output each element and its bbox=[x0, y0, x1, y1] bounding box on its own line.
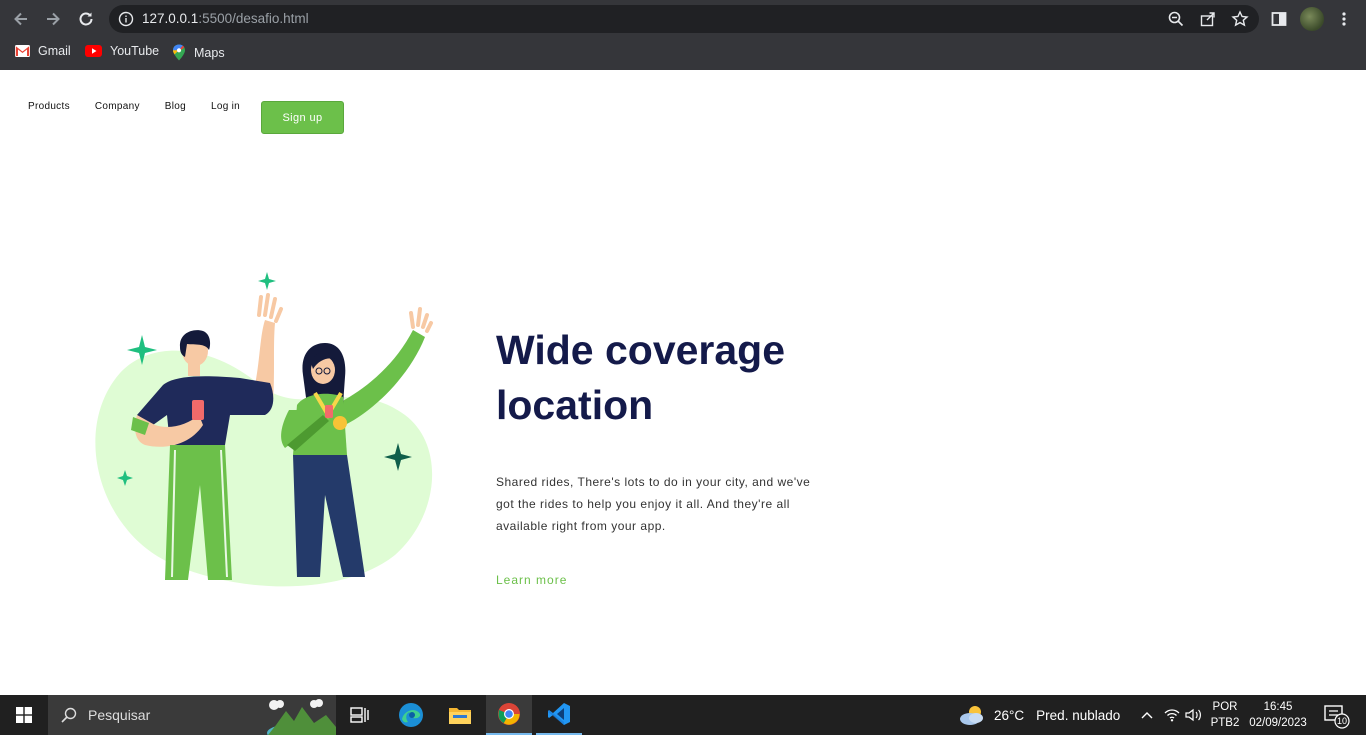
browser-chrome: 127.0.0.1:5500/desafio.html Gmail YouTub… bbox=[0, 0, 1366, 70]
bookmarks-bar: Gmail YouTube Maps bbox=[0, 38, 1366, 70]
arrow-right-icon bbox=[47, 12, 60, 26]
clock-time: 16:45 bbox=[1263, 701, 1293, 713]
bookmark-youtube[interactable]: YouTube bbox=[85, 44, 159, 58]
notification-count: 10 bbox=[1336, 716, 1347, 726]
side-panel-icon bbox=[1271, 12, 1287, 26]
taskbar-file-explorer[interactable] bbox=[437, 695, 483, 735]
search-icon bbox=[61, 707, 77, 723]
share-icon[interactable] bbox=[1199, 10, 1217, 28]
url-path: :5500/desafio.html bbox=[198, 11, 309, 26]
speaker-icon bbox=[1185, 708, 1201, 722]
maps-icon bbox=[173, 44, 185, 61]
vscode-icon bbox=[548, 703, 570, 725]
url-host: 127.0.0.1 bbox=[142, 11, 199, 26]
chevron-up-icon bbox=[1141, 712, 1153, 719]
taskbar-edge[interactable] bbox=[388, 695, 434, 735]
zoom-icon[interactable] bbox=[1167, 10, 1185, 28]
weather-text: Pred. nublado bbox=[1036, 707, 1121, 723]
youtube-icon bbox=[85, 45, 102, 57]
address-bar[interactable]: 127.0.0.1:5500/desafio.html bbox=[109, 5, 1259, 33]
chrome-icon bbox=[498, 703, 520, 725]
search-placeholder: Pesquisar bbox=[88, 707, 151, 723]
windows-logo-icon bbox=[16, 707, 32, 723]
taskbar-clock[interactable]: 16:45 02/09/2023 bbox=[1246, 699, 1310, 731]
people-waving-illustration bbox=[95, 272, 433, 587]
folder-icon bbox=[449, 708, 471, 724]
task-view-icon bbox=[350, 707, 369, 723]
nav-link-login[interactable]: Log in bbox=[211, 101, 240, 112]
nav-link-blog[interactable]: Blog bbox=[165, 101, 186, 112]
learn-more-link[interactable]: Learn more bbox=[496, 573, 567, 587]
bookmark-label: Maps bbox=[194, 45, 225, 60]
star-icon[interactable] bbox=[1231, 10, 1249, 28]
url-text[interactable]: 127.0.0.1:5500/desafio.html bbox=[142, 11, 309, 26]
signup-button[interactable]: Sign up bbox=[261, 101, 344, 134]
browser-toolbar: 127.0.0.1:5500/desafio.html bbox=[0, 0, 1366, 38]
weather-widget[interactable]: 26°C Pred. nublado bbox=[958, 695, 1120, 735]
weather-temp: 26°C bbox=[994, 707, 1025, 723]
edge-icon bbox=[399, 703, 423, 727]
hero-description: Shared rides, There's lots to do in your… bbox=[496, 475, 811, 533]
kebab-menu-icon bbox=[1342, 12, 1346, 26]
nav-link-products[interactable]: Products bbox=[28, 101, 70, 112]
reload-button[interactable] bbox=[75, 8, 97, 30]
network-button[interactable] bbox=[1162, 695, 1182, 735]
reload-icon bbox=[79, 12, 93, 26]
main-nav: Products Company Blog Log in bbox=[28, 101, 265, 112]
clock-date: 02/09/2023 bbox=[1249, 717, 1307, 729]
bookmark-gmail[interactable]: Gmail bbox=[15, 44, 71, 58]
search-highlight-image bbox=[256, 695, 336, 735]
notification-center-button[interactable]: 10 bbox=[1322, 703, 1352, 729]
profile-avatar[interactable] bbox=[1300, 7, 1324, 31]
language-indicator[interactable]: POR PTB2 bbox=[1210, 699, 1240, 731]
taskbar-chrome[interactable] bbox=[486, 695, 532, 735]
taskbar-vscode[interactable] bbox=[536, 695, 582, 735]
info-icon[interactable] bbox=[118, 11, 134, 27]
wifi-icon bbox=[1164, 709, 1180, 722]
hero-illustration bbox=[75, 265, 445, 595]
volume-button[interactable] bbox=[1184, 695, 1204, 735]
windows-taskbar: Pesquisar 26°C Pred. nublado POR PTB2 16… bbox=[0, 695, 1366, 735]
back-button[interactable] bbox=[10, 8, 32, 30]
bookmark-label: YouTube bbox=[110, 44, 160, 58]
keyboard-layout: PTB2 bbox=[1210, 717, 1240, 729]
hero-title-line2: location bbox=[496, 382, 654, 428]
web-page: Products Company Blog Log in Sign up Wid… bbox=[0, 70, 1366, 695]
task-view-button[interactable] bbox=[337, 695, 383, 735]
show-hidden-icons-button[interactable] bbox=[1138, 695, 1156, 735]
menu-button[interactable] bbox=[1333, 8, 1355, 30]
bookmark-label: Gmail bbox=[38, 44, 71, 58]
hero-title: Wide coverage location bbox=[496, 323, 916, 433]
gmail-icon bbox=[15, 45, 30, 57]
partly-cloudy-icon bbox=[960, 706, 983, 725]
taskbar-search[interactable]: Pesquisar bbox=[48, 695, 336, 735]
language-code: POR bbox=[1212, 701, 1238, 713]
forward-button[interactable] bbox=[42, 8, 64, 30]
arrow-left-icon bbox=[14, 12, 27, 26]
start-button[interactable] bbox=[0, 695, 48, 735]
nav-link-company[interactable]: Company bbox=[95, 101, 140, 112]
side-panel-button[interactable] bbox=[1268, 8, 1290, 30]
hero-title-line1: Wide coverage bbox=[496, 327, 786, 373]
bookmark-maps[interactable]: Maps bbox=[172, 44, 225, 61]
